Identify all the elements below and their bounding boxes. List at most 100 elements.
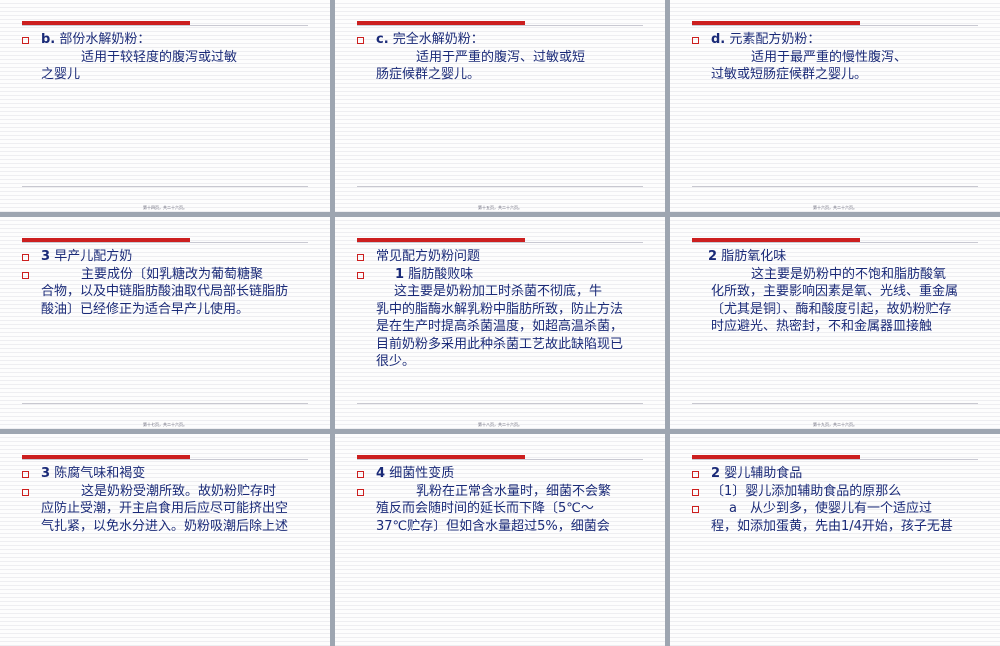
bullet-square-icon [692,37,699,44]
slide-line: 〔1〕婴儿添加辅助食品的原那么 [692,483,984,501]
line-text: 脂肪酸败味 [408,266,474,282]
bullet-square-icon [22,471,29,478]
slide-footer: 第十五页，共二十六页。 [478,205,522,210]
slide-thumbnail-3[interactable]: d. 元素配方奶粉： 适用于最严重的慢性腹泻、 过敏或短肠症候群之婴儿。 第十六页，共… [670,0,1000,212]
slide-line: 乳粉在正常含水量时，细菌不会繁 [357,483,649,501]
line-text: 细菌性变质 [389,466,455,481]
line-text: 适用于较轻度的腹泻或过敏 [81,49,238,65]
bullet-square-icon [357,471,364,478]
bullet-square-icon [692,471,699,478]
slide-line: 化所致，主要影响因素是氧、光线、重金属 [692,283,984,301]
slide-line: 这是奶粉受潮所致。故奶粉贮存时 [22,483,314,501]
title-rule [692,25,978,26]
item-number: 2 [711,466,721,481]
slide-line: 1 脂肪酸败味 [357,266,649,284]
slide-body: b. 部份水解奶粉： 适用于较轻度的腹泻或过敏 之婴儿 [22,31,314,84]
slide-line: 合物，以及中链脂肪酸油取代局部长链脂肪 [22,283,314,301]
bullet-square-icon [357,254,364,261]
slide-thumbnail-7[interactable]: 3 陈腐气味和褐变 这是奶粉受潮所致。故奶粉贮存时 应防止受潮，开主启食用后应尽可能… [0,434,330,646]
bullet-square-icon [22,271,29,279]
line-text: 这主要是奶粉加工时杀菌不彻底，牛 [394,284,603,299]
line-text: 这主要是奶粉中的不饱和脂肪酸氧 [751,266,947,282]
slide-line: b. 部份水解奶粉： [22,31,314,49]
slide-line: 乳中的脂酶水解乳粉中脂肪所致，防止方法 [357,301,649,319]
footer-rule [692,186,978,187]
title-rule [22,242,308,243]
line-text: 常见配方奶粉问题 [376,249,481,264]
line-text: 主要成份〔如乳糖改为葡萄糖聚 [81,266,264,282]
item-number: 3 [41,249,51,264]
line-text: 肠症候群之婴儿。 [376,67,481,82]
line-text: a 从少到多，使婴儿有一个适应过 [729,501,932,516]
slide-line: 肠症候群之婴儿。 [357,66,649,84]
slide-line: 目前奶粉多采用此种杀菌工艺故此缺陷现已 [357,336,649,354]
item-number: 3 [41,466,51,481]
slide-line: 3 陈腐气味和褐变 [22,465,314,483]
slide-thumbnail-2[interactable]: c. 完全水解奶粉： 适用于严重的腹泻、过敏或短肠症候群之婴儿。第十五页，共二十六… [335,0,665,212]
item-number: b. [41,32,56,47]
line-text: 适用于严重的腹泻、过敏或短 [416,49,586,65]
line-text: 程，如添加蛋黄，先由1/4开始，孩子无甚 [711,518,953,534]
slide-footer: 第十九页，共二十六页。 [813,422,857,427]
line-text: 之婴儿 [41,67,81,82]
line-text: 脂肪氧化味 [721,249,787,264]
slide-line: 很少。 [357,353,649,371]
slide-thumbnail-5[interactable]: 常见配方奶粉问题 1 脂肪酸败味 这主要是奶粉加工时杀菌不彻底，牛 乳中的脂酶水解乳粉… [335,217,665,429]
slide-body: 常见配方奶粉问题 1 脂肪酸败味 这主要是奶粉加工时杀菌不彻底，牛 乳中的脂酶水解乳粉… [357,248,649,371]
item-number: 2 [708,249,718,264]
slide-line: a 从少到多，使婴儿有一个适应过 [692,500,984,518]
line-text: 适用于最严重的慢性腹泻、 [751,49,908,65]
slide-line: 2 婴儿辅助食品 [692,465,984,483]
line-text: 37℃贮存〕但如含水量超过5%，细菌会 [376,518,610,534]
footer-rule [692,403,978,404]
title-rule [22,459,308,460]
bullet-square-icon [357,488,364,496]
footer-rule [22,186,308,187]
slide-footer: 第十八页，共二十六页。 [478,422,522,427]
slide-body: 3 陈腐气味和褐变 这是奶粉受潮所致。故奶粉贮存时 应防止受潮，开主启食用后应尽可能… [22,465,314,535]
slide-line: 适用于严重的腹泻、过敏或短 [357,49,649,67]
slide-line: 程，如添加蛋黄，先由1/4开始，孩子无甚 [692,518,984,536]
slide-line: 酸油〕已经修正为适合早产儿使用。 [22,301,314,319]
line-text: 完全水解奶粉： [392,32,484,47]
slide-line: 3 早产儿配方奶 [22,248,314,266]
slide-footer: 第十六页，共二十六页。 [813,205,857,210]
slide-line: 气扎紧，以免水分进入。奶粉吸潮后除上述 [22,518,314,536]
item-number: 1 [395,266,405,282]
slide-thumbnail-4[interactable]: 3 早产儿配方奶 主要成份〔如乳糖改为葡萄糖聚合物，以及中链脂肪酸油取代局部长链脂… [0,217,330,429]
slide-body: 2 婴儿辅助食品 〔1〕婴儿添加辅助食品的原那么 a 从少到多，使婴儿有一个适应过程… [692,465,984,535]
slide-thumbnail-9[interactable]: 2 婴儿辅助食品 〔1〕婴儿添加辅助食品的原那么 a 从少到多，使婴儿有一个适应过程… [670,434,1000,646]
slide-line: 这主要是奶粉加工时杀菌不彻底，牛 [357,283,649,301]
slide-body: 3 早产儿配方奶 主要成份〔如乳糖改为葡萄糖聚合物，以及中链脂肪酸油取代局部长链脂… [22,248,314,318]
slide-footer: 第十七页，共二十六页。 [143,422,187,427]
slide-body: c. 完全水解奶粉： 适用于严重的腹泻、过敏或短肠症候群之婴儿。 [357,31,649,84]
title-rule [357,459,643,460]
slide-line: 适用于最严重的慢性腹泻、 [692,49,984,67]
slide-thumbnail-6[interactable]: 2 脂肪氧化味 这主要是奶粉中的不饱和脂肪酸氧 化所致，主要影响因素是氧、光线、重金… [670,217,1000,429]
title-rule [357,242,643,243]
title-rule [692,459,978,460]
line-text: 过敏或短肠症候群之婴儿。 [711,67,868,82]
slide-line: 4 细菌性变质 [357,465,649,483]
slide-line: c. 完全水解奶粉： [357,31,649,49]
line-text: 婴儿辅助食品 [724,466,803,481]
line-text: 酸油〕已经修正为适合早产儿使用。 [41,301,250,317]
footer-rule [357,186,643,187]
bullet-square-icon [357,37,364,44]
line-text: 化所致，主要影响因素是氧、光线、重金属 [711,284,959,299]
line-text: 〔1〕婴儿添加辅助食品的原那么 [711,483,902,499]
slide-line: 殖反而会随时间的延长而下降〔5℃～ [357,500,649,518]
slide-thumbnail-8[interactable]: 4 细菌性变质 乳粉在正常含水量时，细菌不会繁 殖反而会随时间的延长而下降〔5℃～ 3… [335,434,665,646]
slide-line: 主要成份〔如乳糖改为葡萄糖聚 [22,266,314,284]
line-text: 合物，以及中链脂肪酸油取代局部长链脂肪 [41,284,289,299]
bullet-square-icon [692,488,699,496]
footer-rule [22,403,308,404]
slide-body: 2 脂肪氧化味 这主要是奶粉中的不饱和脂肪酸氧 化所致，主要影响因素是氧、光线、重金… [692,248,984,336]
bullet-square-icon [22,37,29,44]
slide-line: 2 脂肪氧化味 [692,248,984,266]
bullet-square-icon [22,488,29,496]
slide-thumbnail-1[interactable]: b. 部份水解奶粉： 适用于较轻度的腹泻或过敏 之婴儿 第十四页，共二十六页。 [0,0,330,212]
line-text: 陈腐气味和褐变 [54,466,146,481]
slide-line: 过敏或短肠症候群之婴儿。 [692,66,984,84]
line-text: 很少。 [376,354,416,369]
